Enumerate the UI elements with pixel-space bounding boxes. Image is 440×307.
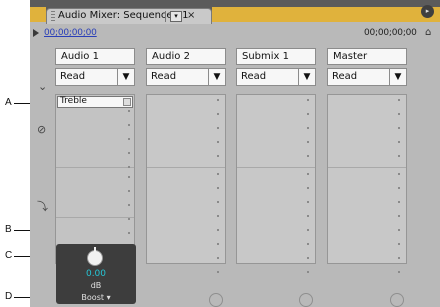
send-slot-markers bbox=[128, 176, 130, 236]
send-slot-markers bbox=[217, 173, 219, 281]
effects-toggle-icon[interactable]: ⊘ bbox=[37, 123, 46, 136]
parameter-value[interactable]: 0.00 bbox=[56, 269, 136, 279]
send-volume-knob-icon[interactable] bbox=[299, 293, 313, 307]
effects-and-sends-area[interactable] bbox=[236, 94, 316, 307]
effect-parameter-control: 0.00 dB Boost ▾ bbox=[56, 244, 136, 304]
automation-mode-select[interactable]: Read ▼ bbox=[236, 68, 316, 86]
panel-highlight-right bbox=[212, 7, 440, 22]
effects-and-sends-area bbox=[55, 94, 135, 264]
effect-slot-markers bbox=[128, 110, 130, 174]
track-name-field[interactable]: Audio 2 bbox=[146, 48, 226, 65]
sends-toggle-icon[interactable]: ⤵ bbox=[37, 198, 48, 214]
chevron-down-icon[interactable]: ▼ bbox=[389, 69, 406, 85]
callout-d: D bbox=[5, 291, 13, 302]
tab-audio-mixer[interactable]: Audio Mixer: Sequence 01 ▾ × bbox=[46, 8, 212, 24]
panel-title-bar: Audio Mixer: Sequence 01 ▾ × ▸ bbox=[30, 0, 440, 24]
callout-b: B bbox=[5, 224, 12, 235]
effect-slot-divider bbox=[56, 167, 134, 168]
send-volume-knob-icon[interactable] bbox=[209, 293, 223, 307]
play-indicator-icon bbox=[33, 29, 39, 37]
parameter-knob[interactable] bbox=[87, 247, 103, 266]
effect-menu-icon[interactable] bbox=[123, 98, 131, 106]
effect-slot-markers bbox=[398, 99, 400, 169]
audio-mixer-panel: Audio Mixer: Sequence 01 ▾ × ▸ 00;00;00;… bbox=[30, 0, 440, 307]
track-name-field[interactable]: Audio 1 bbox=[55, 48, 135, 65]
tab-menu-button[interactable]: ▾ bbox=[170, 11, 182, 22]
automation-mode-select[interactable]: Read ▼ bbox=[146, 68, 226, 86]
automation-mode-select[interactable]: Read ▼ bbox=[327, 68, 407, 86]
effects-and-sends-area[interactable] bbox=[327, 94, 407, 307]
effect-slot-divider bbox=[147, 167, 225, 168]
automation-mode-select[interactable]: Read ▼ bbox=[55, 68, 135, 86]
home-icon[interactable]: ⌂ bbox=[425, 27, 431, 38]
track-strip-master: Master Read ▼ bbox=[327, 48, 407, 307]
track-name-field[interactable]: Master bbox=[327, 48, 407, 65]
send-slot-markers bbox=[398, 173, 400, 281]
effect-slot-divider bbox=[328, 167, 406, 168]
callout-a: A bbox=[5, 97, 12, 108]
chevron-down-icon[interactable]: ▼ bbox=[298, 69, 315, 85]
duration-timecode: 00;00;00;00 bbox=[364, 28, 417, 38]
chevron-down-icon[interactable]: ▼ bbox=[117, 69, 134, 85]
tab-divider bbox=[165, 11, 166, 22]
timecode-bar: 00;00;00;00 00;00;00;00 ⌂ bbox=[30, 24, 440, 44]
close-icon[interactable]: × bbox=[187, 10, 195, 21]
effect-slot-markers bbox=[217, 99, 219, 169]
effect-slot-markers bbox=[307, 99, 309, 169]
send-volume-knob-icon[interactable] bbox=[390, 293, 404, 307]
parameter-unit: dB bbox=[90, 281, 102, 290]
chevron-down-icon[interactable]: ▾ bbox=[107, 293, 111, 302]
track-name-field[interactable]: Submix 1 bbox=[236, 48, 316, 65]
send-slot-markers bbox=[307, 173, 309, 281]
effect-slot-divider bbox=[237, 167, 315, 168]
send-slot-divider bbox=[56, 217, 134, 218]
tab-grip-icon[interactable] bbox=[51, 11, 55, 21]
callout-c: C bbox=[5, 250, 13, 261]
parameter-select-label: Boost bbox=[81, 293, 105, 302]
knob-indicator bbox=[94, 247, 96, 253]
track-strip-audio-2: Audio 2 Read ▼ bbox=[146, 48, 226, 307]
effects-and-sends-area[interactable] bbox=[146, 94, 226, 307]
panel-menu-icon[interactable]: ▸ bbox=[421, 5, 434, 18]
track-strip-submix-1: Submix 1 Read ▼ bbox=[236, 48, 316, 307]
parameter-select[interactable]: Boost ▾ bbox=[58, 293, 134, 303]
tab-title: Audio Mixer: Sequence 01 bbox=[58, 10, 189, 21]
effect-slot-treble[interactable]: Treble bbox=[57, 96, 133, 108]
chevron-down-icon[interactable]: ▼ bbox=[208, 69, 225, 85]
collapse-icon[interactable]: ⌄ bbox=[38, 80, 47, 93]
current-timecode[interactable]: 00;00;00;00 bbox=[44, 28, 97, 38]
panel-highlight-left bbox=[30, 7, 46, 22]
